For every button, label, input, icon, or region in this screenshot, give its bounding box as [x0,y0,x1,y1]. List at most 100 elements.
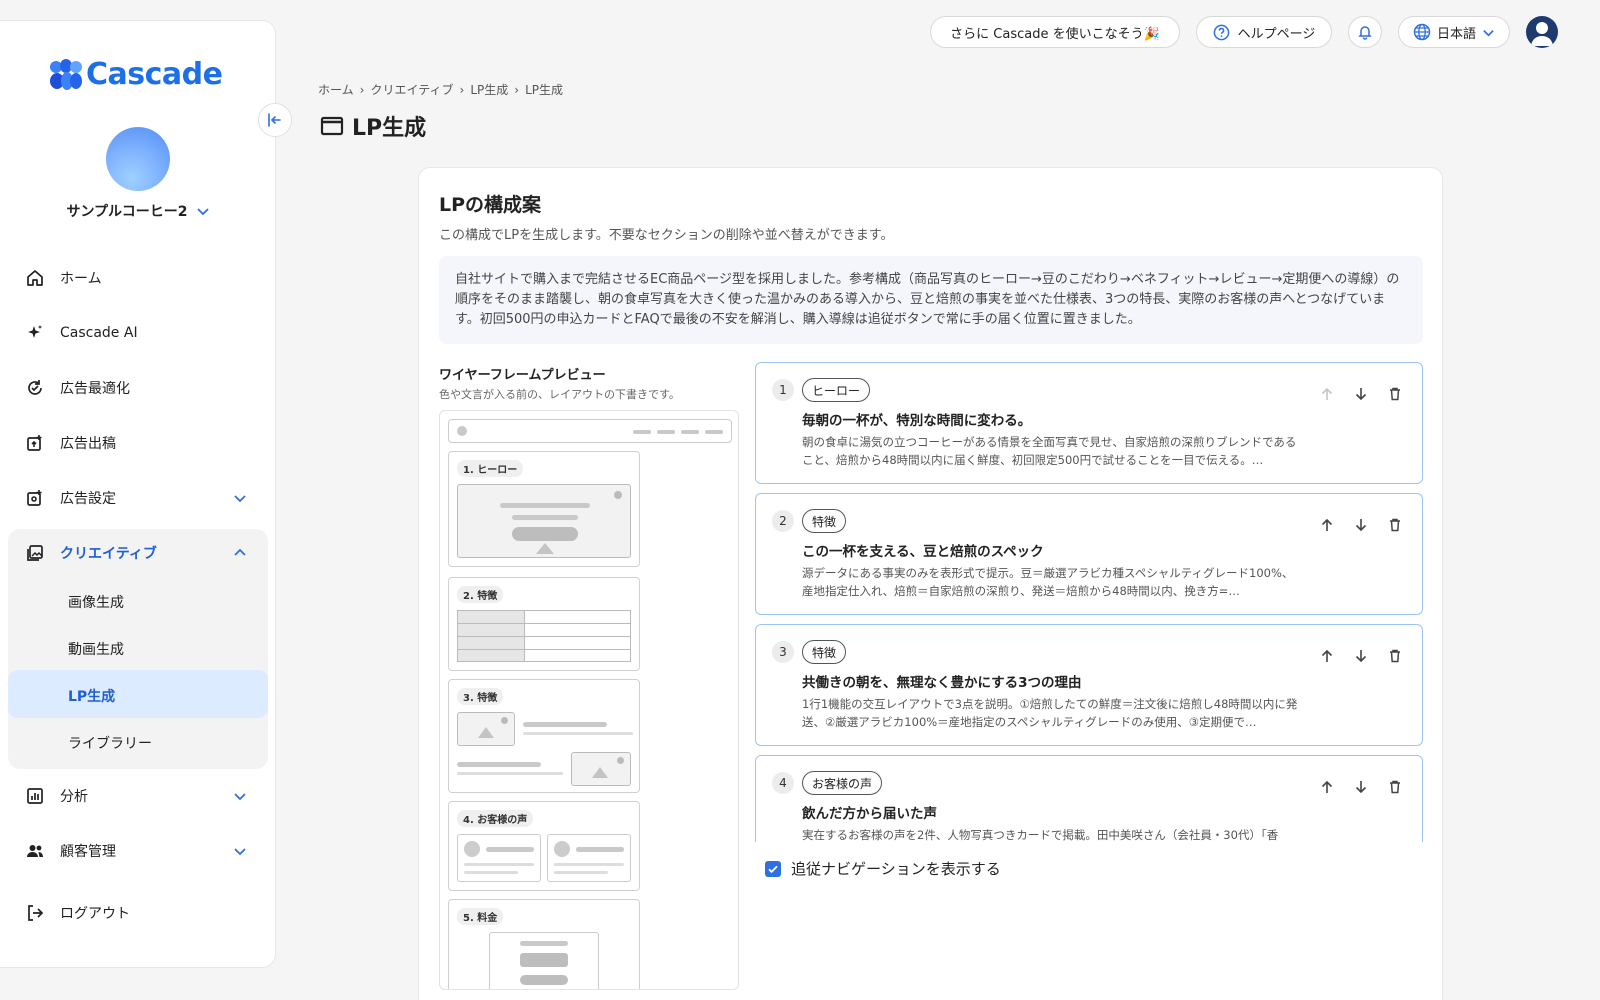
trash-icon [1390,780,1400,794]
section-card[interactable]: 3 特徴 共働きの朝を、無理なく豊かにする3つの理由 1行1機能の交互レイアウト… [755,624,1423,746]
chevron-up-icon [234,548,246,556]
nav-sub-lp-generation[interactable]: LP生成 [68,686,115,706]
breadcrumb-creative[interactable]: クリエイティブ [370,81,453,98]
wireframe-block-label: 5. 料金 [457,908,504,925]
section-type-tag: お客様の声 [802,771,883,795]
card-subtitle: この構成でLPを生成します。不要なセクションの削除や並べ替えができます。 [439,228,894,243]
notifications-button[interactable] [1348,16,1382,48]
chevron-down-icon [234,793,246,801]
chevron-down-icon [1483,29,1494,36]
breadcrumb-lp-generation[interactable]: LP生成 [470,81,508,98]
nav-label: 広告設定 [60,491,116,507]
nav-label: ログアウト [60,906,130,922]
nav-sub-active-highlight [8,670,268,718]
breadcrumb-current: LP生成 [525,83,563,97]
move-down-button[interactable] [1350,514,1372,536]
nav-cascade-ai[interactable]: Cascade AI [24,313,252,353]
wireframe-block-testimonials: 4. お客様の声 [448,801,640,891]
collapse-sidebar-button[interactable] [258,103,292,137]
delete-section-button[interactable] [1384,776,1406,798]
nav-ad-optimization[interactable]: 広告最適化 [24,368,252,408]
logout-icon [24,902,46,924]
move-up-button[interactable] [1316,776,1338,798]
account-avatar [106,127,170,191]
section-card[interactable]: 1 ヒーロー 毎朝の一杯が、特別な時間に変わる。 朝の食卓に湯気の立つコーヒーが… [755,362,1423,484]
section-heading: 毎朝の一杯が、特別な時間に変わる。 [802,413,1032,429]
nav-label: 広告出稿 [60,436,116,452]
move-down-button[interactable] [1350,645,1372,667]
section-description: 源データにある事実のみを表形式で提示。豆＝厳選アラビカ種スペシャルティグレード1… [802,566,1294,598]
follow-nav-label: 追従ナビゲーションを表示する [791,860,1001,878]
nav-label: Cascade AI [60,325,138,341]
nav-sub-image-generation[interactable]: 画像生成 [68,592,124,612]
wireframe-title: ワイヤーフレームプレビュー [439,368,606,383]
delete-section-button[interactable] [1384,383,1406,405]
move-down-button[interactable] [1350,776,1372,798]
wireframe-preview[interactable]: 1. ヒーロー 2. 特徴 3. 特徴 4. お客様の声 5. 料金 [439,410,739,990]
user-avatar[interactable] [1526,16,1558,48]
section-list: 1 ヒーロー 毎朝の一杯が、特別な時間に変わる。 朝の食卓に湯気の立つコーヒーが… [755,362,1425,842]
move-up-button[interactable] [1316,645,1338,667]
breadcrumb: ホーム › クリエイティブ › LP生成 › LP生成 [318,81,563,98]
language-selector[interactable]: 日本語 [1398,16,1510,48]
chevron-down-icon [234,848,246,856]
globe-icon [1413,23,1431,41]
section-number: 2 [772,510,794,532]
help-page-button[interactable]: ヘルプページ [1196,16,1332,48]
sparkle-icon [24,322,46,344]
trash-icon [1390,387,1400,401]
collapse-left-icon [268,113,281,127]
bell-icon [1358,26,1372,40]
brand-logo[interactable]: Cascade [50,57,223,92]
account-name: サンプルコーヒー2 [66,204,188,220]
help-label: ヘルプページ [1237,26,1316,42]
nav-ad-publish[interactable]: 広告出稿 [24,423,252,463]
move-down-button[interactable] [1350,383,1372,405]
arrow-down-icon [1355,650,1367,663]
wireframe-block-features: 3. 特徴 [448,679,640,793]
nav-customers[interactable]: 顧客管理 [24,831,252,871]
move-up-button[interactable] [1316,383,1338,405]
user-icon [1531,22,1553,46]
nav-creative[interactable]: クリエイティブ [24,533,252,573]
checkmark-icon [768,865,778,873]
move-up-button[interactable] [1316,514,1338,536]
section-description: 実在するお客様の声を2件、人物写真つきカードで掲載。田中美咲さん（会社員・30代… [802,828,1279,842]
publish-icon [24,432,46,454]
sidebar: Cascade サンプルコーヒー2 ホーム Cascade AI 広告最適化 広… [0,20,292,968]
nav-ad-settings[interactable]: 広告設定 [24,478,252,518]
follow-nav-toggle[interactable]: 追従ナビゲーションを表示する [765,858,1001,879]
wireframe-block-hero: 1. ヒーロー [448,451,640,567]
section-card[interactable]: 4 お客様の声 飲んだ方から届いた声 実在するお客様の声を2件、人物写真つきカー… [755,755,1423,842]
nav-label: 広告最適化 [60,381,130,397]
page-title-text: LP生成 [352,116,427,141]
home-icon [24,267,46,289]
chevron-down-icon [196,208,209,216]
arrow-down-icon [1355,519,1367,532]
nav-home[interactable]: ホーム [24,258,252,298]
follow-nav-checkbox[interactable] [765,860,781,877]
nav-analytics[interactable]: 分析 [24,776,252,816]
trash-icon [1390,518,1400,532]
nav-logout[interactable]: ログアウト [24,893,252,933]
wireframe-block-label: 1. ヒーロー [457,460,524,477]
section-type-tag: ヒーロー [802,378,871,402]
nav-sub-video-generation[interactable]: 動画生成 [68,639,124,659]
nav-label: クリエイティブ [60,546,157,562]
nav-sub-library[interactable]: ライブラリー [68,733,152,753]
promo-label: さらに Cascade を使いこなそう🎉 [950,26,1160,42]
wireframe-block-pricing: 5. 料金 [448,899,640,989]
section-card[interactable]: 2 特徴 この一杯を支える、豆と焙煎のスペック 源データにある事実のみを表形式で… [755,493,1423,615]
arrow-up-icon [1321,518,1333,531]
people-icon [24,840,46,862]
breadcrumb-home[interactable]: ホーム [318,81,354,98]
delete-section-button[interactable] [1384,645,1406,667]
promo-button[interactable]: さらに Cascade を使いこなそう🎉 [930,16,1180,48]
account-switcher[interactable]: サンプルコーヒー2 [0,201,276,221]
wireframe-block-label: 2. 特徴 [457,586,504,603]
image-icon [24,542,46,564]
section-number: 4 [772,772,794,794]
arrow-up-icon [1321,387,1333,400]
section-type-tag: 特徴 [802,640,847,664]
delete-section-button[interactable] [1384,514,1406,536]
